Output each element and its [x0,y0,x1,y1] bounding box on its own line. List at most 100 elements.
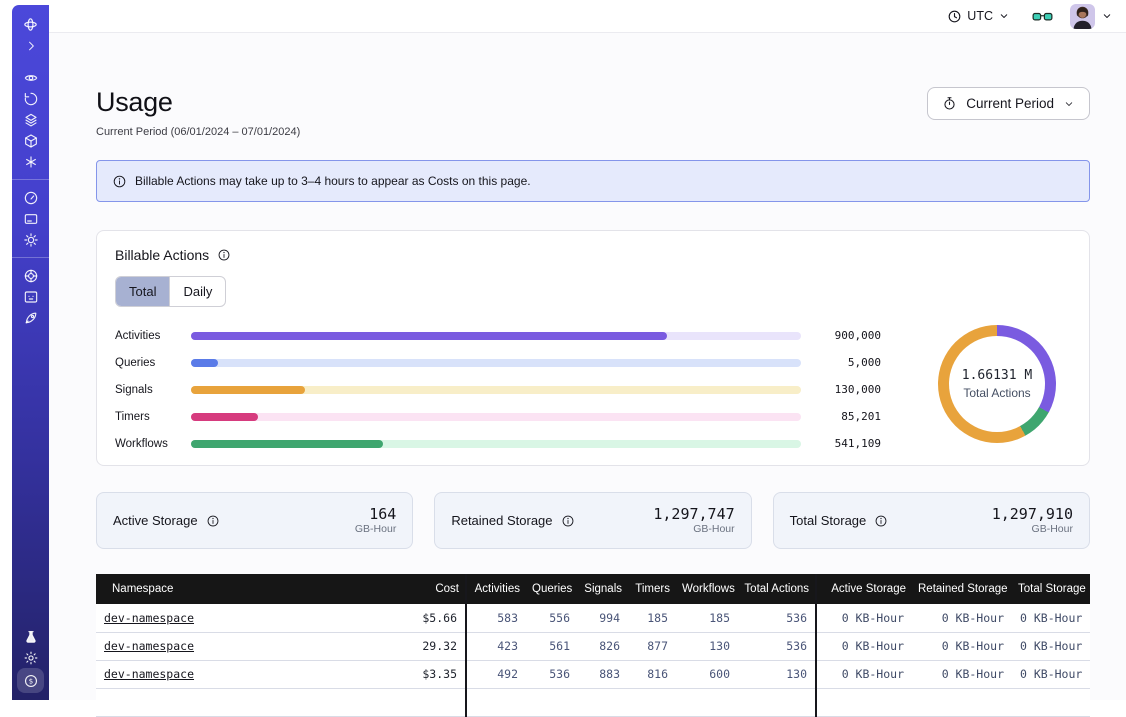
cell-activities [466,688,526,716]
chart-mode-tabs: Total Daily [115,276,226,307]
cell-activities: 423 [466,632,526,660]
bar-row-activities: Activities 900,000 [115,322,881,349]
sidebar: $ [12,5,49,700]
column-header-queries: Queries [526,574,578,604]
cell-workflows [676,688,738,716]
account-menu-chevron[interactable] [1101,10,1113,22]
flask-icon[interactable] [17,626,44,647]
cell-cost [384,688,466,716]
cell-activities: 583 [466,604,526,632]
billable-actions-card: Billable Actions Total Daily Activities 9… [96,230,1090,466]
eye-icon[interactable] [17,67,44,88]
cell-queries: 536 [526,660,578,688]
cell-timers: 185 [628,604,676,632]
cell-total_storage: 0 KB-Hour [1012,632,1090,660]
namespace-link[interactable]: dev-namespace [104,667,194,681]
lifebuoy-icon[interactable] [17,265,44,286]
sun-icon[interactable] [17,647,44,668]
cell-workflows: 130 [676,632,738,660]
topbar: UTC [49,0,1126,33]
cell-retained_storage: 0 KB-Hour [912,604,1012,632]
donut-total-label: Total Actions [963,386,1030,400]
column-header-timers: Timers [628,574,676,604]
total-storage-card: Total Storage 1,297,910 GB-Hour [773,492,1090,549]
cell-cost: 29.32 [384,632,466,660]
glasses-icon[interactable] [1032,9,1053,24]
layers-icon[interactable] [17,109,44,130]
column-header-signals: Signals [578,574,628,604]
info-icon[interactable] [206,514,220,528]
column-header-workflows: Workflows [676,574,738,604]
page-subtitle: Current Period (06/01/2024 – 07/01/2024) [96,126,300,138]
cell-timers [628,688,676,716]
dollar-coin-icon[interactable]: $ [17,668,44,693]
cell-namespace: dev-namespace [96,660,384,688]
column-header-active_storage: Active Storage [816,574,912,604]
bar-fill [191,440,383,448]
cell-active_storage: 0 KB-Hour [816,632,912,660]
gauge-icon[interactable] [17,187,44,208]
gear-icon[interactable] [17,229,44,250]
bar-row-workflows: Workflows 541,109 [115,430,881,457]
cell-signals: 826 [578,632,628,660]
cell-queries: 561 [526,632,578,660]
billable-actions-title: Billable Actions [115,247,209,263]
bar-value: 130,000 [801,383,881,396]
column-header-activities: Activities [466,574,526,604]
column-header-total_storage: Total Storage [1012,574,1090,604]
namespace-link[interactable]: dev-namespace [104,611,194,625]
bar-fill [191,359,218,367]
info-icon[interactable] [874,514,888,528]
cell-retained_storage: 0 KB-Hour [912,660,1012,688]
timezone-dropdown[interactable]: UTC [947,9,1010,24]
info-icon [112,174,127,189]
namespace-usage-table: NamespaceCostActivitiesQueriesSignalsTim… [96,574,1090,717]
cell-total_actions: 536 [738,604,816,632]
bar-label: Timers [115,411,191,423]
active-storage-card: Active Storage 164 GB-Hour [96,492,413,549]
cell-active_storage: 0 KB-Hour [816,604,912,632]
cell-namespace: dev-namespace [96,632,384,660]
storage-summary: Active Storage 164 GB-Hour Retained Stor… [96,492,1090,549]
cell-retained_storage: 0 KB-Hour [912,632,1012,660]
cell-total_storage [1012,688,1090,716]
bar-value: 541,109 [801,437,881,450]
avatar[interactable] [1070,4,1095,29]
retained-storage-card: Retained Storage 1,297,747 GB-Hour [434,492,751,549]
cell-workflows: 600 [676,660,738,688]
cell-active_storage: 0 KB-Hour [816,660,912,688]
bar-label: Queries [115,357,191,369]
bar-row-signals: Signals130,000 [115,376,881,403]
bar-fill [191,413,258,421]
cell-timers: 877 [628,632,676,660]
column-header-cost: Cost [384,574,466,604]
cell-total_actions: 130 [738,660,816,688]
cell-total_actions: 536 [738,632,816,660]
period-selector-button[interactable]: Current Period [927,87,1090,120]
bar-track [191,413,801,421]
column-header-retained_storage: Retained Storage [912,574,1012,604]
tab-total[interactable]: Total [116,277,169,306]
cell-cost: $3.35 [384,660,466,688]
info-icon[interactable] [561,514,575,528]
cell-queries [526,688,578,716]
bar-label: Activities [115,330,191,342]
table-row: dev-namespace$3.354925368838166001300 KB… [96,660,1090,688]
asterisk-icon[interactable] [17,151,44,172]
rocket-icon[interactable] [17,307,44,328]
card-icon[interactable] [17,208,44,229]
bar-track [191,332,801,340]
temporal-logo[interactable] [17,14,44,35]
column-header-namespace: Namespace [96,574,384,604]
terminal-icon[interactable] [17,286,44,307]
cell-signals: 994 [578,604,628,632]
bar-label: Workflows [115,438,191,450]
bar-value: 900,000 [801,329,881,342]
cube-icon[interactable] [17,130,44,151]
namespace-link[interactable]: dev-namespace [104,639,194,653]
history-icon[interactable] [17,88,44,109]
tab-daily[interactable]: Daily [169,277,225,306]
collapse-chevron-icon[interactable] [17,35,44,56]
cell-workflows: 185 [676,604,738,632]
info-icon[interactable] [217,248,231,262]
